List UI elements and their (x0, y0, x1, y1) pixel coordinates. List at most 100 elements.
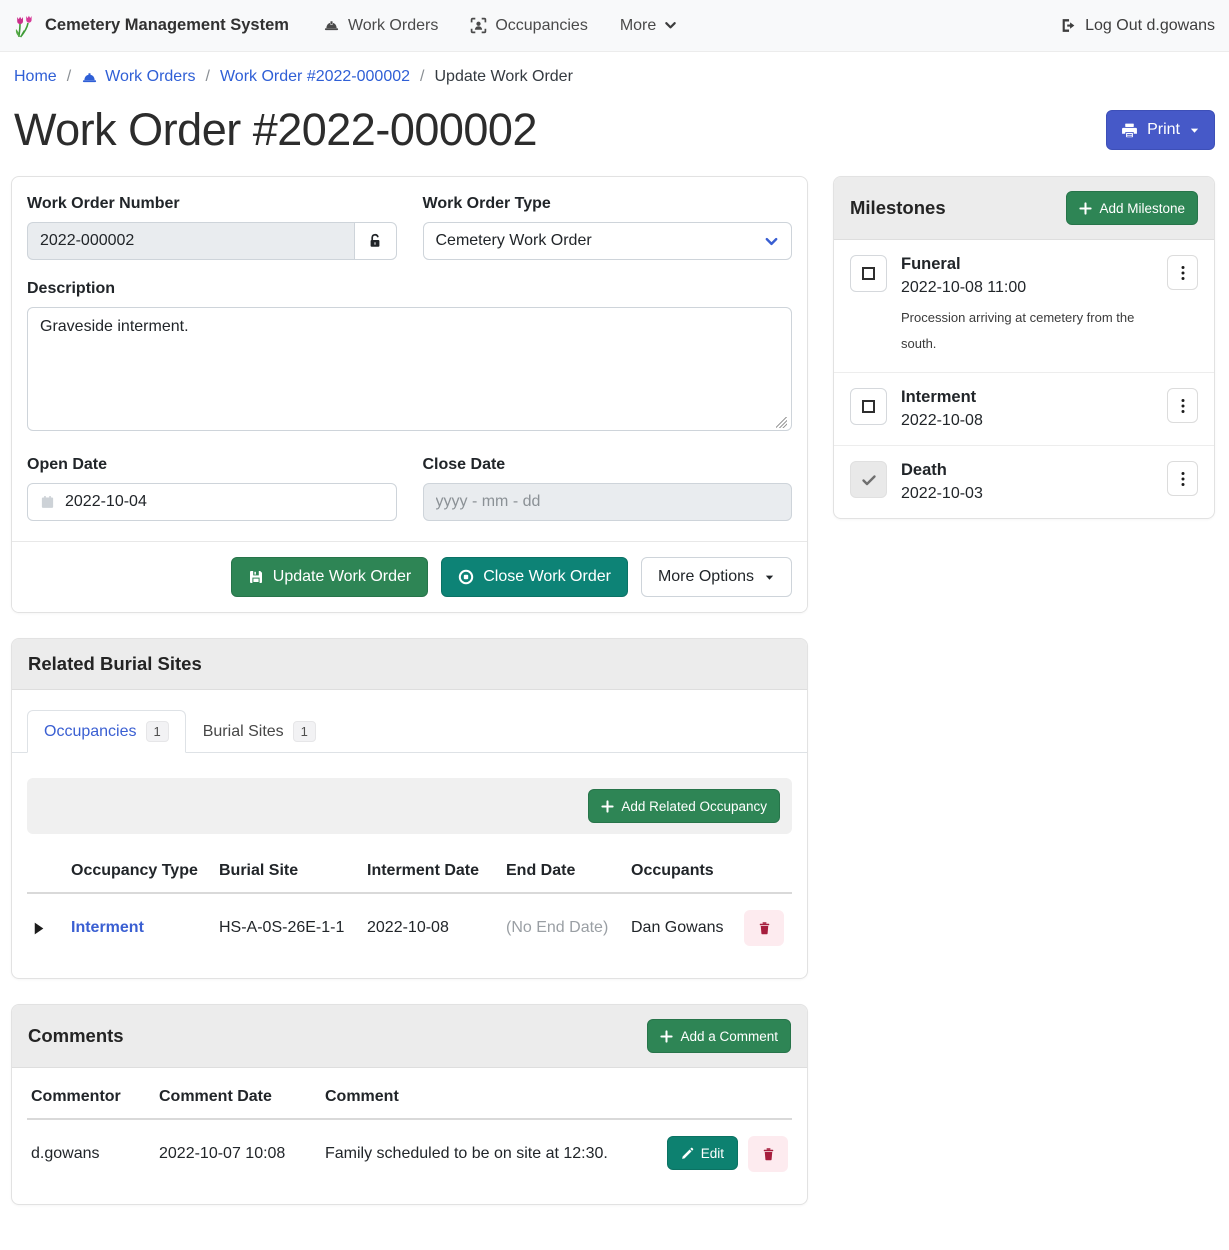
burial-sites-count-badge: 1 (293, 721, 316, 742)
description-textarea[interactable]: Graveside interment. (27, 307, 792, 431)
tab-occupancies[interactable]: Occupancies 1 (27, 710, 186, 753)
milestone-checkbox[interactable] (850, 388, 887, 425)
comments-card: Comments Add a Comment Commentor Comment… (11, 1004, 808, 1205)
commentor-value: d.gowans (27, 1129, 155, 1179)
nav-item-more[interactable]: More (620, 17, 677, 35)
calendar-icon (40, 494, 55, 510)
milestone-menu-button[interactable] (1167, 461, 1198, 496)
chevron-down-icon (764, 234, 779, 249)
add-milestone-label: Add Milestone (1099, 201, 1185, 216)
work-order-form-card: Work Order Number 2022-000002 (11, 176, 808, 613)
delete-occupancy-button[interactable] (744, 910, 784, 946)
nav-item-work-orders[interactable]: Work Orders (323, 17, 438, 35)
milestone-checkbox-checked[interactable] (850, 461, 887, 498)
milestone-checkbox[interactable] (850, 255, 887, 292)
printer-icon (1121, 122, 1138, 139)
end-date-value: (No End Date) (502, 903, 627, 953)
print-label: Print (1147, 121, 1180, 139)
milestone-description: Procession arriving at cemetery from the… (901, 305, 1153, 357)
trash-icon (757, 920, 772, 936)
close-date-label: Close Date (423, 456, 793, 474)
save-icon (248, 569, 264, 585)
nav-item-occupancies[interactable]: Occupancies (470, 17, 588, 35)
comment-row: d.gowans 2022-10-07 10:08 Family schedul… (27, 1120, 792, 1188)
close-date-input (423, 483, 793, 521)
milestone-menu-button[interactable] (1167, 255, 1198, 290)
add-related-occupancy-label: Add Related Occupancy (621, 799, 767, 814)
add-related-occupancy-button[interactable]: Add Related Occupancy (588, 789, 780, 823)
edit-comment-button[interactable]: Edit (667, 1136, 738, 1170)
milestone-date: 2022-10-08 11:00 (901, 279, 1153, 297)
more-options-button[interactable]: More Options (641, 557, 792, 597)
plus-icon (601, 800, 614, 813)
milestones-title: Milestones (850, 197, 946, 219)
print-button[interactable]: Print (1106, 110, 1215, 150)
checkbox-square-icon (862, 400, 875, 413)
logout-label: Log Out d.gowans (1085, 17, 1215, 35)
plus-icon (1079, 202, 1092, 215)
occupancies-table: Occupancy Type Burial Site Interment Dat… (12, 842, 807, 978)
interment-date-value: 2022-10-08 (363, 903, 502, 953)
related-toolbar: Add Related Occupancy (27, 778, 792, 834)
milestones-card: Milestones Add Milestone Funeral 2022-10… (833, 176, 1215, 519)
milestone-title: Death (901, 461, 1153, 480)
breadcrumb-work-order-number[interactable]: Work Order #2022-000002 (220, 68, 410, 86)
hard-hat-icon (81, 69, 98, 86)
work-order-type-select[interactable]: Cemetery Work Order (423, 222, 793, 260)
occupancy-row: Interment HS-A-0S-26E-1-1 2022-10-08 (No… (27, 894, 792, 962)
app-title: Cemetery Management System (45, 16, 289, 35)
close-work-order-label: Close Work Order (483, 568, 611, 586)
caret-down-icon (764, 572, 775, 583)
milestone-date: 2022-10-03 (901, 485, 1153, 503)
edit-comment-label: Edit (701, 1146, 724, 1161)
comments-table: Commentor Comment Date Comment d.gowans … (12, 1068, 807, 1204)
pencil-icon (681, 1147, 694, 1160)
occupancy-type-link[interactable]: Interment (71, 919, 144, 936)
description-label: Description (27, 280, 792, 298)
breadcrumb-separator: / (420, 68, 424, 86)
work-order-number-input: 2022-000002 (27, 222, 354, 260)
milestone-item-interment: Interment 2022-10-08 (834, 373, 1214, 446)
breadcrumb-separator: / (206, 68, 210, 86)
milestone-item-death: Death 2022-10-03 (834, 446, 1214, 518)
delete-comment-button[interactable] (748, 1136, 788, 1172)
hard-hat-icon (323, 17, 340, 34)
comment-date-value: 2022-10-07 10:08 (155, 1129, 321, 1179)
nav-label-occupancies: Occupancies (495, 17, 588, 35)
logout-link[interactable]: Log Out d.gowans (1060, 17, 1215, 35)
milestone-menu-button[interactable] (1167, 388, 1198, 423)
occupancy-icon (470, 17, 487, 34)
page-title: Work Order #2022-000002 (14, 104, 537, 156)
comment-value: Family scheduled to be on site at 12:30. (321, 1129, 642, 1179)
add-milestone-button[interactable]: Add Milestone (1066, 191, 1198, 225)
tab-burial-sites[interactable]: Burial Sites 1 (186, 710, 333, 753)
milestone-item-funeral: Funeral 2022-10-08 11:00 Procession arri… (834, 240, 1214, 373)
caret-down-icon (1189, 125, 1200, 136)
breadcrumb-home[interactable]: Home (14, 68, 57, 86)
col-comment: Comment (321, 1074, 642, 1118)
open-date-input[interactable]: 2022-10-04 (27, 483, 397, 521)
add-comment-button[interactable]: Add a Comment (647, 1019, 791, 1053)
update-work-order-button[interactable]: Update Work Order (231, 557, 428, 597)
breadcrumb: Home / Work Orders / Work Order #2022-00… (0, 52, 1229, 96)
brand[interactable]: Cemetery Management System (14, 14, 289, 38)
unlock-button[interactable] (354, 222, 396, 260)
col-end-date: End Date (502, 848, 627, 892)
col-commentor: Commentor (27, 1074, 155, 1118)
occupants-value: Dan Gowans (627, 903, 740, 953)
milestone-title: Funeral (901, 255, 1153, 274)
breadcrumb-work-orders[interactable]: Work Orders (81, 68, 195, 86)
comments-title: Comments (28, 1025, 124, 1047)
add-comment-label: Add a Comment (680, 1029, 778, 1044)
close-work-order-button[interactable]: Close Work Order (441, 557, 628, 597)
chevron-down-icon (664, 19, 677, 32)
stop-circle-icon (458, 569, 474, 585)
related-burial-sites-title: Related Burial Sites (28, 653, 202, 675)
checkbox-square-icon (862, 267, 875, 280)
kebab-icon (1181, 471, 1185, 487)
milestone-date: 2022-10-08 (901, 412, 1153, 430)
unlock-icon (367, 233, 383, 249)
col-occupancy-type: Occupancy Type (67, 848, 215, 892)
col-comment-date: Comment Date (155, 1074, 321, 1118)
expand-row-icon[interactable] (31, 921, 63, 936)
